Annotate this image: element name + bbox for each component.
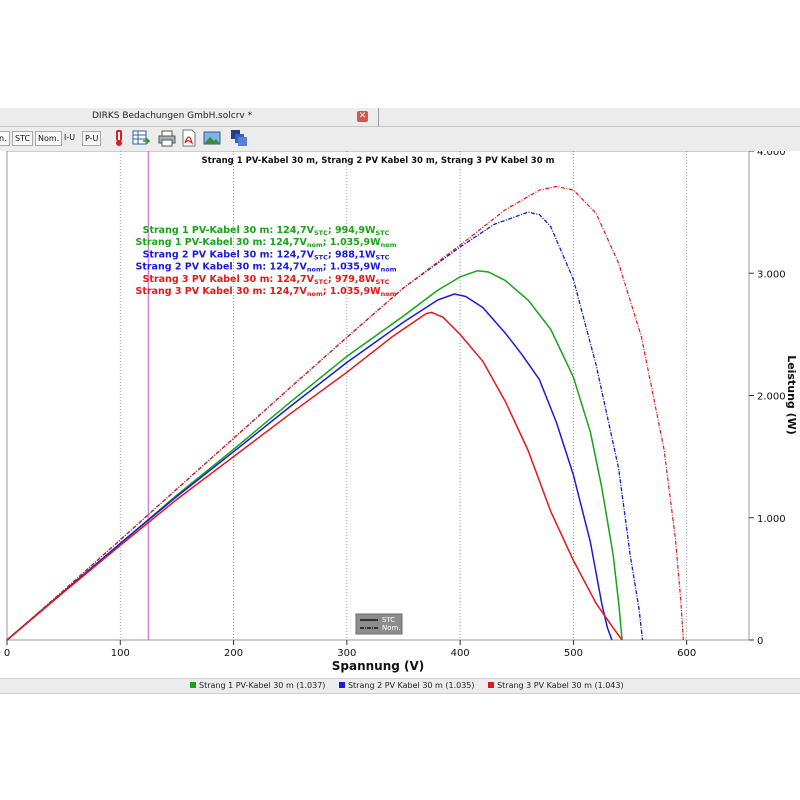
value-annotations: Strang 1 PV-Kabel 30 m: 124,7VSTC; 994,9… xyxy=(135,225,396,298)
annotation-4: Strang 2 PV Kabel 30 m: 124,7Vnom; 1.035… xyxy=(135,262,396,274)
y-tick-label: 2.000 xyxy=(757,392,786,403)
annotation-3: Strang 2 PV Kabel 30 m: 124,7VSTC; 988,1… xyxy=(143,249,390,261)
print-icon[interactable] xyxy=(158,129,176,147)
toolbar: n. STC Nom. I-U P-U xyxy=(0,127,800,151)
y-axis-label: Leistung (W) xyxy=(785,355,798,435)
line-style-stc: STC xyxy=(382,616,395,624)
legend-label: Strang 1 PV-Kabel 30 m (1.037) xyxy=(199,681,326,690)
annotation-5: Strang 3 PV Kabel 30 m: 124,7VSTC; 979,8… xyxy=(143,274,390,286)
y-tick-label: 1.000 xyxy=(757,514,786,525)
image-icon[interactable] xyxy=(203,129,221,147)
y-tick-label: 3.000 xyxy=(757,269,786,280)
legend-swatch xyxy=(338,682,345,688)
toolbar-button-n[interactable]: n. xyxy=(0,131,10,146)
legend-swatch xyxy=(488,682,495,688)
pu-button[interactable]: P-U xyxy=(82,131,102,146)
y-axis-ticks: 0 1.000 2.000 3.000 4.000 xyxy=(749,151,786,647)
x-tick-label: 300 xyxy=(337,648,356,659)
legend-bar: Strang 1 PV-Kabel 30 m (1.037) Strang 2 … xyxy=(0,678,800,694)
x-tick-label: 200 xyxy=(224,648,243,659)
document-tab-bar: DIRKS Bedachungen GmbH.solcrv * ✕ xyxy=(0,108,800,127)
pv-chart: 0 100 200 300 400 500 600 0 1.000 2.000 3.000 4.00… xyxy=(4,151,798,673)
thermometer-icon[interactable] xyxy=(110,129,128,147)
line-style-nom: Nom. xyxy=(382,624,401,632)
x-tick-label: 100 xyxy=(111,648,130,659)
legend-item: Strang 3 PV Kabel 30 m (1.043) xyxy=(488,681,624,690)
legend-item: Strang 2 PV Kabel 30 m (1.035) xyxy=(338,681,475,690)
annotation-6: Strang 3 PV Kabel 30 m: 124,7Vnom; 1.035… xyxy=(135,286,396,298)
legend-swatch xyxy=(190,682,196,688)
tab-divider xyxy=(378,108,379,126)
legend-label: Strang 3 PV Kabel 30 m (1.043) xyxy=(497,681,624,690)
pdf-icon[interactable] xyxy=(180,129,198,147)
stc-button[interactable]: STC xyxy=(12,131,34,146)
x-axis-label: Spannung (V) xyxy=(332,659,425,673)
document-tab-title[interactable]: DIRKS Bedachungen GmbH.solcrv * xyxy=(92,111,252,121)
legend-item: Strang 1 PV-Kabel 30 m (1.037) xyxy=(190,681,325,690)
y-tick-label: 4.000 xyxy=(757,151,786,158)
table-export-icon[interactable] xyxy=(132,129,150,147)
close-icon[interactable]: ✕ xyxy=(357,111,368,122)
x-tick-label: 400 xyxy=(451,648,470,659)
legend-label: Strang 2 PV Kabel 30 m (1.035) xyxy=(347,681,475,690)
line-style-legend: STC Nom. xyxy=(355,613,403,635)
x-tick-label: 500 xyxy=(564,648,583,659)
annotation-2: Strang 1 PV-Kabel 30 m: 124,7Vnom; 1.035… xyxy=(136,237,397,249)
chart-title: Strang 1 PV-Kabel 30 m, Strang 2 PV Kabe… xyxy=(202,156,555,166)
nom-button[interactable]: Nom. xyxy=(35,131,63,146)
annotation-1: Strang 1 PV-Kabel 30 m: 124,7VSTC; 994,9… xyxy=(143,225,390,237)
iu-button[interactable]: I-U xyxy=(62,131,77,144)
plot-area xyxy=(6,151,750,641)
x-tick-label: 600 xyxy=(677,648,696,659)
windows-icon[interactable] xyxy=(230,129,248,147)
x-tick-label: 0 xyxy=(4,648,10,659)
x-axis-ticks: 0 100 200 300 400 500 600 xyxy=(4,640,696,659)
y-tick-label: 0 xyxy=(757,636,763,647)
